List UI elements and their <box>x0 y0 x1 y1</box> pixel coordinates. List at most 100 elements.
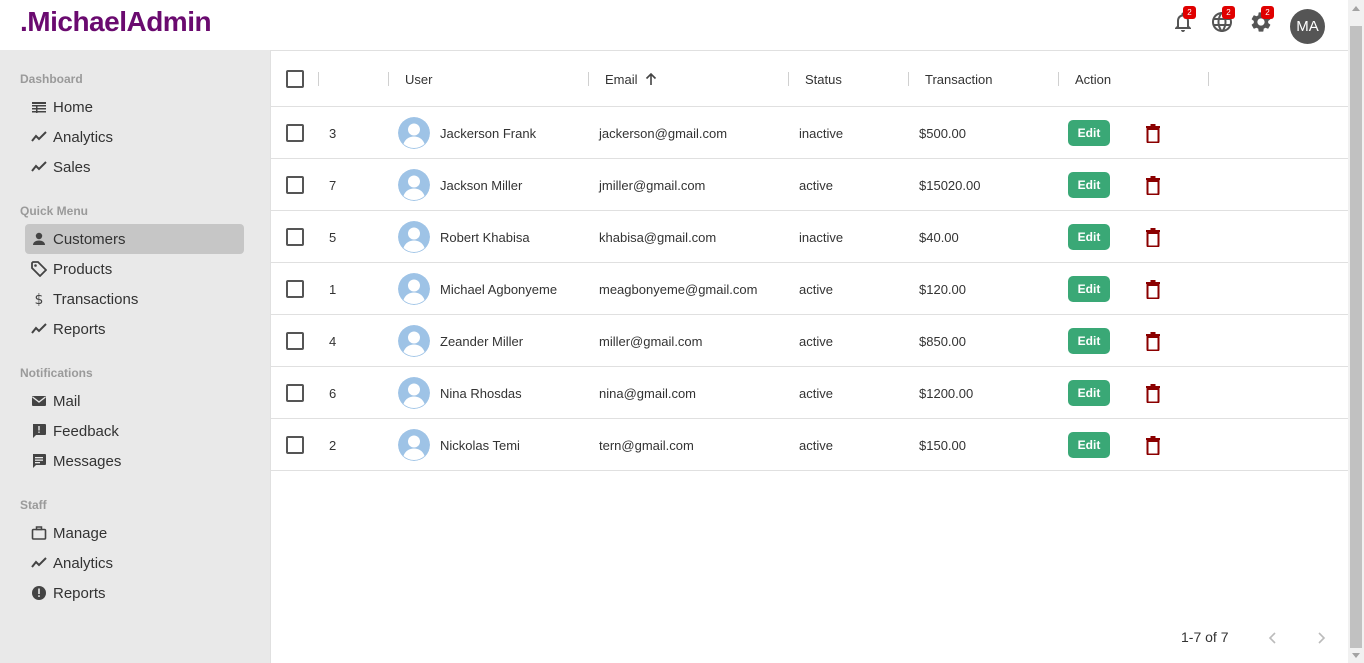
row-actions: Edit <box>1068 367 1162 419</box>
delete-icon[interactable] <box>1144 175 1162 195</box>
table-row[interactable]: 1 Michael Agbonyeme meagbonyeme@gmail.co… <box>271 263 1348 315</box>
sidebar-item-sales[interactable]: Sales <box>25 152 244 182</box>
row-transaction: $40.00 <box>919 229 959 245</box>
row-status: active <box>799 333 833 349</box>
row-user: Jackerson Frank <box>398 107 536 159</box>
column-separator[interactable] <box>788 72 789 86</box>
delete-icon[interactable] <box>1144 123 1162 143</box>
app-logo[interactable]: .MichaelAdmin <box>20 6 212 38</box>
edit-button[interactable]: Edit <box>1068 328 1110 354</box>
row-select-cell <box>286 419 304 471</box>
row-checkbox[interactable] <box>286 124 304 142</box>
profile-avatar[interactable]: MA <box>1290 9 1325 44</box>
column-separator[interactable] <box>1058 72 1059 86</box>
edit-button[interactable]: Edit <box>1068 276 1110 302</box>
sidebar-section-title: Quick Menu <box>20 204 89 218</box>
delete-icon[interactable] <box>1144 383 1162 403</box>
row-checkbox[interactable] <box>286 332 304 350</box>
edit-button[interactable]: Edit <box>1068 224 1110 250</box>
edit-button[interactable]: Edit <box>1068 380 1110 406</box>
row-actions: Edit <box>1068 419 1162 471</box>
column-separator[interactable] <box>388 72 389 86</box>
user-name: Michael Agbonyeme <box>440 281 558 297</box>
sidebar-item-staff-analytics[interactable]: Analytics <box>25 548 244 578</box>
row-user: Nickolas Temi <box>398 419 520 471</box>
scroll-up-icon[interactable] <box>1351 4 1361 14</box>
row-email: meagbonyeme@gmail.com <box>599 281 758 297</box>
table-row[interactable]: 6 Nina Rhosdas nina@gmail.com active $12… <box>271 367 1348 419</box>
user-name: Nina Rhosdas <box>440 385 522 401</box>
sidebar-item-label: Transactions <box>53 290 139 308</box>
next-page-button[interactable] <box>1310 627 1332 649</box>
table-row[interactable]: 2 Nickolas Temi tern@gmail.com active $1… <box>271 419 1348 471</box>
column-header-status[interactable]: Status <box>805 51 842 107</box>
sidebar-item-reports[interactable]: Reports <box>25 314 244 344</box>
table-row[interactable]: 4 Zeander Miller miller@gmail.com active… <box>271 315 1348 367</box>
edit-button[interactable]: Edit <box>1068 172 1110 198</box>
user-avatar-icon <box>398 169 430 201</box>
sidebar-section-title: Notifications <box>20 366 93 380</box>
column-header-label: Email <box>605 71 638 87</box>
table-row[interactable]: 7 Jackson Miller jmiller@gmail.com activ… <box>271 159 1348 211</box>
delete-icon[interactable] <box>1144 331 1162 351</box>
row-user: Jackson Miller <box>398 159 522 211</box>
delete-icon[interactable] <box>1144 435 1162 455</box>
sort-ascending-icon[interactable] <box>644 72 658 86</box>
scroll-down-icon[interactable] <box>1351 650 1361 660</box>
row-checkbox[interactable] <box>286 384 304 402</box>
table-row[interactable]: 3 Jackerson Frank jackerson@gmail.com in… <box>271 107 1348 159</box>
select-all-checkbox[interactable] <box>286 70 304 88</box>
column-separator[interactable] <box>908 72 909 86</box>
trending-up-icon <box>31 321 47 337</box>
user-name: Zeander Miller <box>440 333 524 349</box>
svg-text:$: $ <box>35 292 44 307</box>
table-row[interactable]: 5 Robert Khabisa khabisa@gmail.com inact… <box>271 211 1348 263</box>
row-checkbox[interactable] <box>286 176 304 194</box>
column-header-email[interactable]: Email <box>605 51 658 107</box>
row-checkbox[interactable] <box>286 228 304 246</box>
sidebar-item-manage[interactable]: Manage <box>25 518 244 548</box>
user-name: Nickolas Temi <box>440 437 520 453</box>
bell-icon[interactable]: 2 <box>1171 6 1196 34</box>
column-header-user[interactable]: User <box>405 51 432 107</box>
sidebar-item-home[interactable]: Home <box>25 92 244 122</box>
globe-icon[interactable]: 2 <box>1210 6 1235 34</box>
row-id: 1 <box>329 281 337 297</box>
row-checkbox[interactable] <box>286 436 304 454</box>
sidebar-item-mail[interactable]: Mail <box>25 386 244 416</box>
sidebar-item-staff-reports[interactable]: Reports <box>25 578 244 608</box>
row-id: 6 <box>329 385 337 401</box>
row-status: inactive <box>799 229 844 245</box>
previous-page-button[interactable] <box>1262 627 1284 649</box>
dollar-icon: $ <box>31 291 47 307</box>
sidebar-item-products[interactable]: Products <box>25 254 244 284</box>
sidebar-item-feedback[interactable]: Feedback <box>25 416 244 446</box>
briefcase-icon <box>31 525 47 541</box>
sidebar-item-messages[interactable]: Messages <box>25 446 244 476</box>
gear-icon[interactable]: 2 <box>1249 6 1274 34</box>
scrollbar-thumb[interactable] <box>1350 26 1362 648</box>
row-status: active <box>799 437 833 453</box>
sidebar-item-label: Reports <box>53 320 106 338</box>
column-separator[interactable] <box>1208 72 1209 86</box>
edit-button[interactable]: Edit <box>1068 120 1110 146</box>
row-select-cell <box>286 107 304 159</box>
sidebar-item-customers[interactable]: Customers <box>25 224 244 254</box>
sidebar-item-analytics[interactable]: Analytics <box>25 122 244 152</box>
row-transaction: $15020.00 <box>919 177 981 193</box>
column-header-action[interactable]: Action <box>1075 51 1111 107</box>
delete-icon[interactable] <box>1144 279 1162 299</box>
delete-icon[interactable] <box>1144 227 1162 247</box>
row-checkbox[interactable] <box>286 280 304 298</box>
column-separator[interactable] <box>318 72 319 86</box>
edit-button[interactable]: Edit <box>1068 432 1110 458</box>
home-table-icon <box>31 99 47 115</box>
row-user: Michael Agbonyeme <box>398 263 557 315</box>
column-separator[interactable] <box>588 72 589 86</box>
person-icon <box>31 231 47 247</box>
row-status: inactive <box>799 125 844 141</box>
sidebar-item-transactions[interactable]: $ Transactions <box>25 284 244 314</box>
row-transaction: $850.00 <box>919 333 966 349</box>
column-header-transaction[interactable]: Transaction <box>925 51 992 107</box>
row-user: Zeander Miller <box>398 315 523 367</box>
